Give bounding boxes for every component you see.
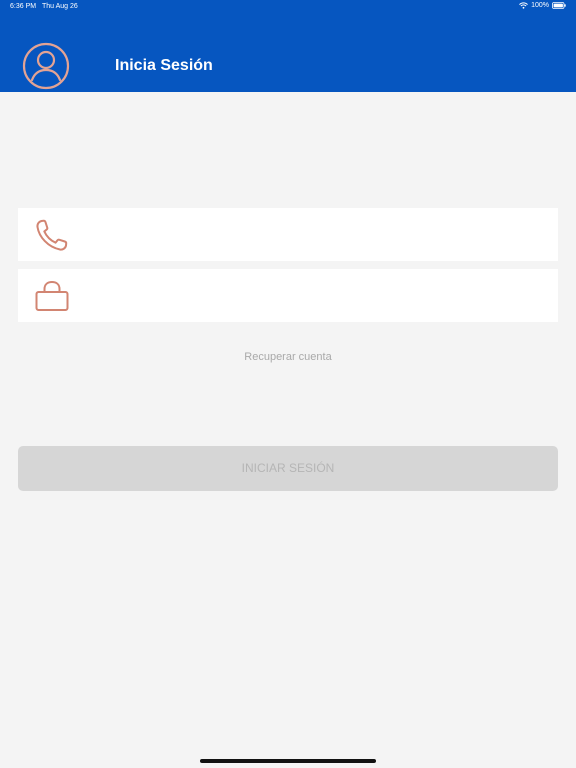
recover-account-link[interactable]: Recuperar cuenta [0,351,576,363]
status-time: 6:36 PM [10,3,37,10]
status-indicators: 100% [519,2,566,9]
status-bar: 6:36 PM Thu Aug 26 100% [0,0,576,14]
login-button[interactable]: INICIAR SESIÓN [18,446,558,491]
password-field[interactable] [18,269,558,322]
app-header: 6:36 PM Thu Aug 26 100% Inicia Sesión [0,0,576,92]
phone-field[interactable] [18,208,558,261]
battery-icon [552,2,566,9]
battery-percent: 100% [531,2,549,9]
wifi-icon [519,2,528,9]
phone-icon [34,217,70,253]
phone-input[interactable] [88,208,548,261]
password-input[interactable] [88,269,548,322]
status-date: Thu Aug 26 [42,3,78,10]
user-circle-icon[interactable] [22,42,70,90]
page-title: Inicia Sesión [115,57,213,74]
lock-icon [34,278,70,314]
home-indicator [200,759,376,763]
